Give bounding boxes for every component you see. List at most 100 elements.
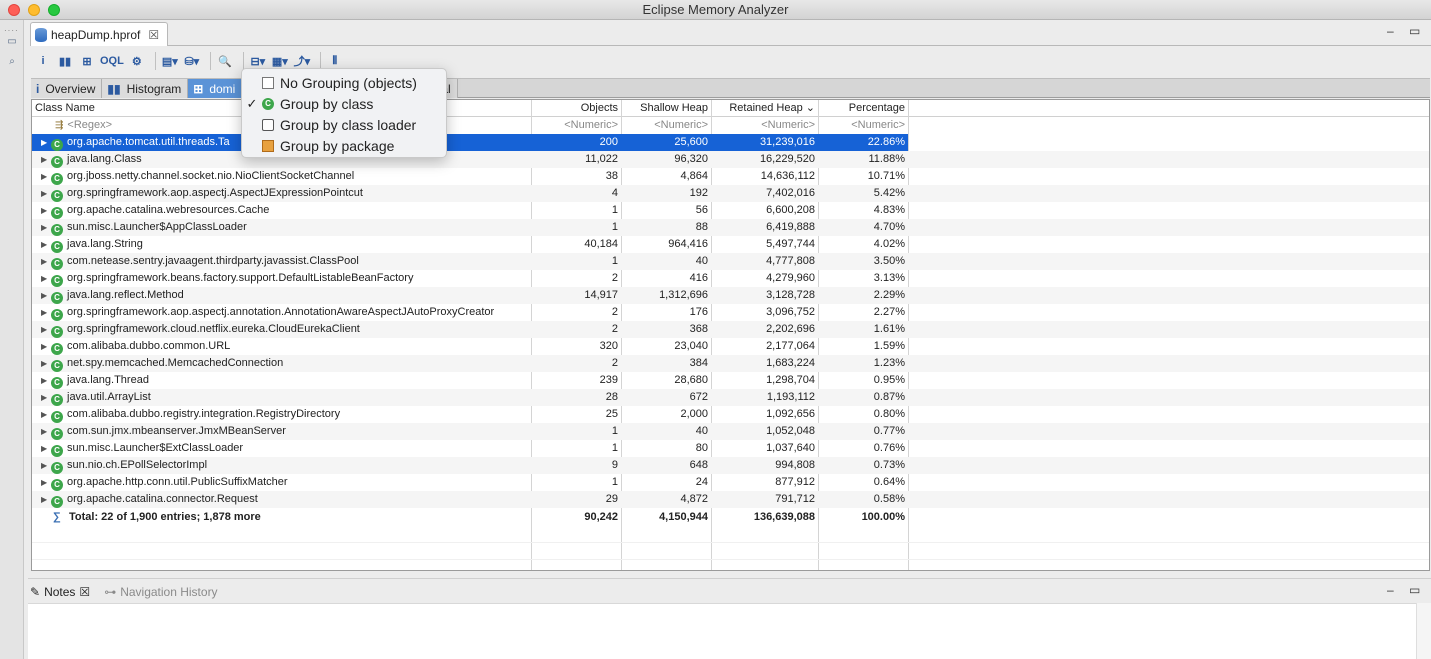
notes-text-area[interactable] <box>28 603 1416 659</box>
class-name: java.lang.reflect.Method <box>67 289 184 301</box>
percentage-filter[interactable]: <Numeric> <box>818 117 908 134</box>
table-row[interactable]: ▶ Cnet.spy.memcached.MemcachedConnection 2… <box>32 355 908 372</box>
menu-item-group-by-package[interactable]: Group by package <box>242 135 446 156</box>
class-name: org.jboss.netty.channel.socket.nio.NioCl… <box>67 170 355 182</box>
table-row[interactable]: ▶ Ccom.alibaba.dubbo.common.URL 320 23,040 2… <box>32 338 908 355</box>
minimize-window-button[interactable] <box>28 4 40 16</box>
table-row[interactable]: ▶ Ccom.alibaba.dubbo.registry.integration… <box>32 406 908 423</box>
expand-arrow-icon[interactable]: ▶ <box>41 152 51 168</box>
objects-filter[interactable]: <Numeric> <box>531 117 621 134</box>
info-icon[interactable]: i <box>34 51 52 71</box>
table-row[interactable]: ▶ Ccom.sun.jmx.mbeanserver.JmxMBeanServer… <box>32 423 908 440</box>
expand-arrow-icon[interactable]: ▶ <box>41 356 51 372</box>
table-row[interactable]: ▶ Corg.apache.catalina.webresources.Cache… <box>32 202 908 219</box>
maximize-icon[interactable]: ▭ <box>1409 24 1420 38</box>
total-label-cell[interactable]: ∑ Total: 22 of 1,900 entries; 1,878 more <box>32 509 531 526</box>
expand-arrow-icon[interactable]: ▶ <box>41 186 51 202</box>
close-window-button[interactable] <box>8 4 20 16</box>
tab-histogram[interactable]: ▮▮ Histogram <box>102 79 189 98</box>
class-icon: C <box>51 292 63 304</box>
table-row[interactable]: ▶ Corg.apache.http.conn.util.PublicSuffix… <box>32 474 908 491</box>
retained-heap-filter[interactable]: <Numeric> <box>711 117 818 134</box>
minimize-icon[interactable]: – <box>1387 24 1394 38</box>
class-name: sun.misc.Launcher$ExtClassLoader <box>67 442 244 454</box>
table-row[interactable]: ▶ Corg.springframework.beans.factory.supp… <box>32 270 908 287</box>
expand-arrow-icon[interactable]: ▶ <box>41 135 51 151</box>
table-row[interactable]: ▶ Cjava.util.ArrayList 28 672 1,193,112 0.87% <box>32 389 908 406</box>
minimize-icon[interactable]: – <box>1387 583 1394 597</box>
objects-cell: 2 <box>611 306 618 318</box>
expand-arrow-icon[interactable]: ▶ <box>41 390 51 406</box>
query-browser-icon[interactable]: ⛁▾ <box>183 51 201 71</box>
drag-handle-icon[interactable]: ···· <box>4 26 19 35</box>
expand-arrow-icon[interactable]: ▶ <box>41 237 51 253</box>
zoom-window-button[interactable] <box>48 4 60 16</box>
table-row[interactable]: ▶ Corg.springframework.aop.aspectj.Aspect… <box>32 185 908 202</box>
tab-overview[interactable]: i Overview <box>31 79 103 98</box>
table-row[interactable]: ▶ Corg.springframework.cloud.netflix.eure… <box>32 321 908 338</box>
empty-row <box>32 526 1429 543</box>
table-row[interactable]: ▶ Csun.nio.ch.EPollSelectorImpl 9 648 994,80… <box>32 457 908 474</box>
editor-tab-heapdump[interactable]: heapDump.hprof ☒ <box>30 22 168 46</box>
table-row[interactable]: ▶ Corg.apache.tomcat.util.threads.Ta 200 25… <box>32 134 908 151</box>
search-icon[interactable]: 🔍 <box>216 51 234 71</box>
table-row[interactable]: ▶ Csun.misc.Launcher$ExtClassLoader 1 80 1,0… <box>32 440 908 457</box>
retained-cell: 6,419,888 <box>766 221 815 233</box>
column-header-shallow-heap[interactable]: Shallow Heap <box>621 100 711 116</box>
expand-arrow-icon[interactable]: ▶ <box>41 424 51 440</box>
expand-arrow-icon[interactable]: ▶ <box>41 339 51 355</box>
expand-arrow-icon[interactable]: ▶ <box>41 475 51 491</box>
class-name-cell: ▶ Cjava.util.ArrayList <box>32 389 531 406</box>
tab-domi[interactable]: ⊞ domi <box>188 79 243 98</box>
expand-arrow-icon[interactable]: ▶ <box>41 305 51 321</box>
shallow-heap-filter[interactable]: <Numeric> <box>621 117 711 134</box>
objects-cell: 2 <box>611 272 618 284</box>
menu-item-no-grouping-objects[interactable]: No Grouping (objects) <box>242 72 446 93</box>
dominator-tree-icon[interactable]: ⊞ <box>78 51 96 71</box>
menu-item-group-by-class[interactable]: ✓ C Group by class <box>242 93 446 114</box>
table-row[interactable]: ▶ Corg.apache.catalina.connector.Request 2… <box>32 491 908 508</box>
class-icon: C <box>51 224 63 236</box>
close-tab-icon[interactable]: ☒ <box>148 28 159 42</box>
table-row[interactable]: ▶ Cjava.lang.Class 11,022 96,320 16,229,520 1… <box>32 151 908 168</box>
shallow-cell: 40 <box>695 255 708 267</box>
histogram-icon[interactable]: ▮▮ <box>56 51 74 71</box>
thread-overview-icon[interactable]: ⚙ <box>128 51 146 71</box>
table-row[interactable]: ▶ Corg.springframework.aop.aspectj.annota… <box>32 304 908 321</box>
table-row[interactable]: ▶ Cjava.lang.reflect.Method 14,917 1,312,69… <box>32 287 908 304</box>
expand-arrow-icon[interactable]: ▶ <box>41 271 51 287</box>
table-row[interactable]: ▶ Csun.misc.Launcher$AppClassLoader 1 88 6,4… <box>32 219 908 236</box>
table-row[interactable]: ▶ Cjava.lang.Thread 239 28,680 1,298,704 0.95… <box>32 372 908 389</box>
expand-arrow-icon[interactable]: ▶ <box>41 492 51 508</box>
expand-arrow-icon[interactable]: ▶ <box>41 458 51 474</box>
table-row[interactable]: ▶ Corg.jboss.netty.channel.socket.nio.Nio… <box>32 168 908 185</box>
class-name: java.lang.String <box>67 238 143 250</box>
expand-arrow-icon[interactable]: ▶ <box>41 254 51 270</box>
expand-arrow-icon[interactable]: ▶ <box>41 169 51 185</box>
retained-cell: 1,052,048 <box>766 425 815 437</box>
maximize-icon[interactable]: ▭ <box>1409 583 1420 597</box>
menu-item-group-by-class-loader[interactable]: Group by class loader <box>242 114 446 135</box>
row-stripe <box>908 287 1429 304</box>
restore-icon[interactable]: ▭ <box>4 36 20 50</box>
oql-icon[interactable]: OQL <box>100 51 124 71</box>
column-header-percentage[interactable]: Percentage <box>818 100 908 116</box>
notes-scrollbar[interactable] <box>1416 603 1431 659</box>
expand-arrow-icon[interactable]: ▶ <box>41 203 51 219</box>
table-row[interactable]: ▶ Cjava.lang.String 40,184 964,416 5,497,744… <box>32 236 908 253</box>
expand-arrow-icon[interactable]: ▶ <box>41 373 51 389</box>
run-report-icon[interactable]: ▤▾ <box>161 51 179 71</box>
expand-arrow-icon[interactable]: ▶ <box>41 322 51 338</box>
tab-navigation-history[interactable]: ⊶ Navigation History <box>104 585 217 599</box>
close-tab-icon[interactable]: ☒ <box>79 585 90 599</box>
expand-arrow-icon[interactable]: ▶ <box>41 407 51 423</box>
column-header-objects[interactable]: Objects <box>531 100 621 116</box>
table-row[interactable]: ▶ Ccom.netease.sentry.javaagent.thirdpart… <box>32 253 908 270</box>
shallow-cell: 28,680 <box>674 374 708 386</box>
column-header-retained-heap[interactable]: Retained Heap ⌄ <box>711 100 818 116</box>
tab-notes[interactable]: ✎ Notes ☒ <box>30 585 90 599</box>
expand-arrow-icon[interactable]: ▶ <box>41 441 51 457</box>
expand-arrow-icon[interactable]: ▶ <box>41 220 51 236</box>
inspector-view-icon[interactable]: ⌕ <box>4 56 20 70</box>
expand-arrow-icon[interactable]: ▶ <box>41 288 51 304</box>
